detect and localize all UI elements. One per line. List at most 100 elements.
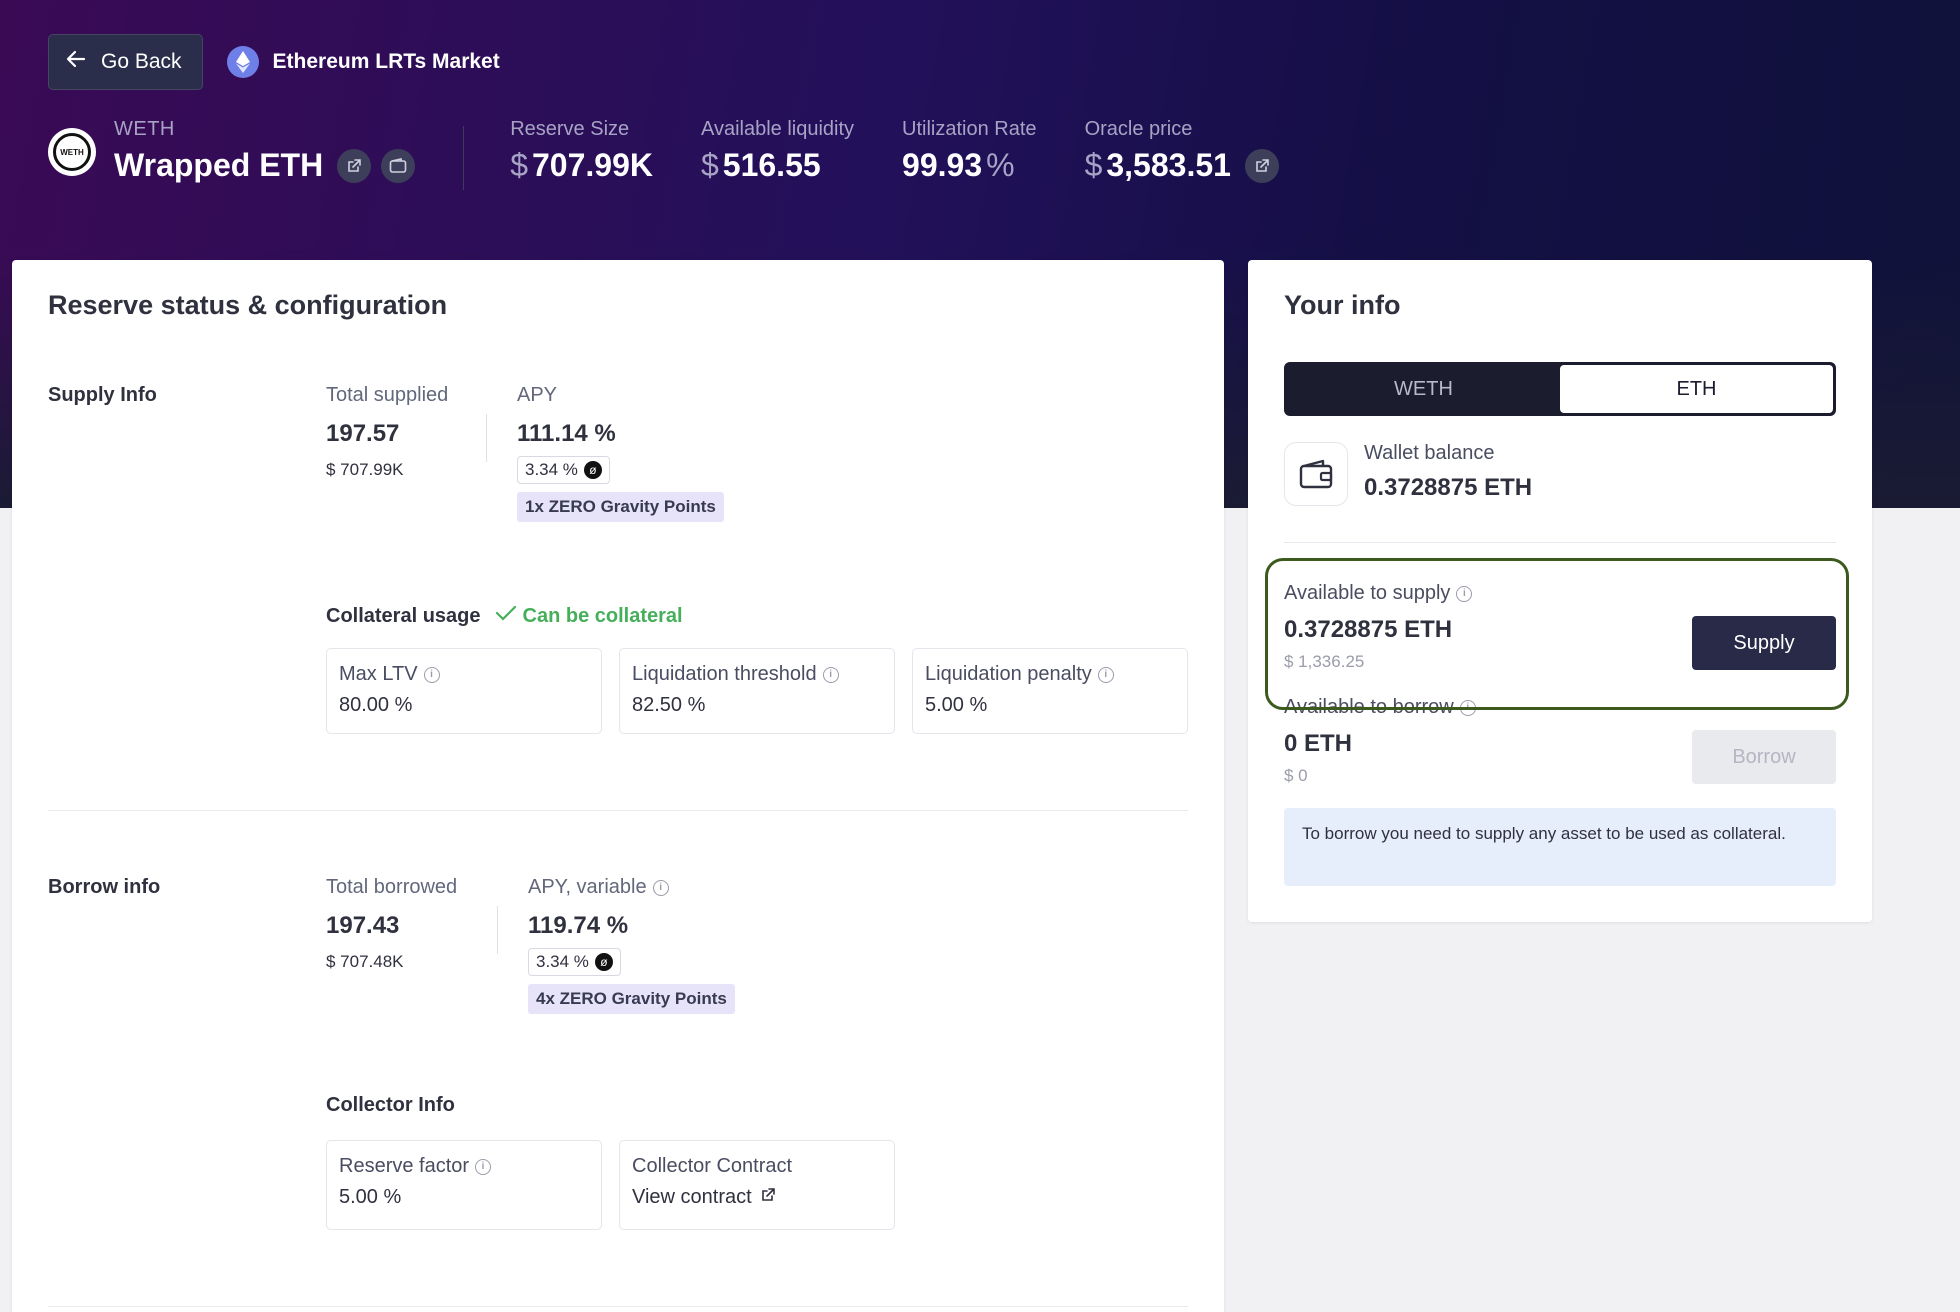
max-ltv-box: Max LTV i 80.00 % xyxy=(326,648,602,734)
stat-number: 516.55 xyxy=(722,147,821,183)
collateral-usage-label: Collateral usage xyxy=(326,604,481,627)
apy-chip[interactable]: 3.34 % ø xyxy=(517,456,610,484)
reserve-factor-label: Reserve factor i xyxy=(339,1155,589,1178)
stat-number: 3,583.51 xyxy=(1106,147,1231,183)
borrow-button[interactable]: Borrow xyxy=(1692,730,1836,784)
collector-contract-label: Collector Contract xyxy=(632,1155,793,1177)
market-selector[interactable]: Ethereum LRTs Market xyxy=(226,46,500,78)
total-supplied-label: Total supplied xyxy=(326,384,449,406)
total-borrowed-value: 197.43 xyxy=(326,912,400,939)
supply-info-label: Supply Info xyxy=(48,384,157,406)
tab-weth[interactable]: WETH xyxy=(1287,365,1560,413)
asset-name-block: WETH Wrapped ETH xyxy=(114,118,416,184)
asset-name-line: Wrapped ETH xyxy=(114,147,416,184)
currency-symbol: $ xyxy=(700,147,719,183)
currency-symbol: $ xyxy=(510,147,528,183)
points-chip: 1x ZERO Gravity Points xyxy=(517,492,724,522)
supply-apy-value: 111.14 % xyxy=(517,420,616,447)
stat-number: 99.93 xyxy=(902,147,983,183)
stat-label: Oracle price xyxy=(1084,118,1193,140)
info-icon[interactable]: i xyxy=(1097,666,1114,683)
asset-symbol: WETH xyxy=(114,118,175,140)
stat-available-liquidity: Available liquidity $ 516.55 xyxy=(701,118,854,184)
supply-apy-chip[interactable]: 3.34 % ø xyxy=(517,456,610,484)
info-icon[interactable]: i xyxy=(423,666,440,683)
reserve-status-card: Reserve status & configuration Supply In… xyxy=(12,260,1224,1312)
card-title: Your info xyxy=(1284,290,1401,320)
wallet-add-icon[interactable] xyxy=(381,148,416,183)
stat-value: $ 707.99K xyxy=(510,147,653,184)
stat-label: Utilization Rate xyxy=(902,118,1037,140)
borrow-apy-value: 119.74 % xyxy=(528,912,629,939)
view-contract-link[interactable]: View contract xyxy=(632,1186,882,1209)
borrow-apy-label-text: APY, variable xyxy=(528,876,647,898)
borrow-notice: To borrow you need to supply any asset t… xyxy=(1284,808,1836,886)
liquidation-threshold-value: 82.50 % xyxy=(632,694,706,716)
collateral-status-text: Can be collateral xyxy=(522,604,683,627)
box-label-text: Liquidation penalty xyxy=(925,663,1092,685)
liquidation-threshold-box: Liquidation threshold i 82.50 % xyxy=(619,648,895,734)
zero-protocol-icon: ø xyxy=(594,953,613,971)
stat-value: $ 3,583.51 xyxy=(1085,147,1279,184)
max-ltv-value: 80.00 % xyxy=(339,694,413,716)
wallet-icon xyxy=(1284,442,1348,506)
go-back-label: Go Back xyxy=(101,50,182,73)
max-ltv-label: Max LTV i xyxy=(339,663,589,686)
collateral-usage-row: Collateral usage Can be collateral xyxy=(326,604,683,628)
reserve-factor-box: Reserve factor i 5.00 % xyxy=(326,1140,602,1230)
stat-divider xyxy=(497,906,498,954)
supply-highlight-outline xyxy=(1265,558,1849,710)
top-bar: Go Back Ethereum LRTs Market xyxy=(48,34,500,90)
weth-logo-icon: WETH xyxy=(48,128,96,176)
weth-logo-text: WETH xyxy=(53,133,91,171)
stat-label: Reserve Size xyxy=(510,118,630,140)
supply-points-badge: 1x ZERO Gravity Points xyxy=(517,492,724,522)
asset-name: Wrapped ETH xyxy=(114,147,324,183)
stat-divider xyxy=(486,414,487,462)
collateral-status: Can be collateral xyxy=(495,604,683,628)
total-borrowed-label: Total borrowed xyxy=(326,876,458,898)
stat-number: 707.99K xyxy=(532,147,653,183)
collector-contract-box: Collector Contract View contract xyxy=(619,1140,895,1230)
stat-oracle-price: Oracle price $ 3,583.51 xyxy=(1085,118,1279,184)
total-supplied-usd: $ 707.99K xyxy=(326,460,404,479)
info-icon[interactable]: i xyxy=(822,666,839,683)
external-link-icon[interactable] xyxy=(1244,148,1279,183)
apy-chip[interactable]: 3.34 % ø xyxy=(528,948,621,976)
info-icon[interactable]: i xyxy=(652,879,669,896)
section-divider xyxy=(48,810,1188,811)
borrow-info-label: Borrow info xyxy=(48,876,161,898)
tab-eth[interactable]: ETH xyxy=(1560,365,1833,413)
supply-apy-label: APY xyxy=(517,384,558,406)
currency-symbol: $ xyxy=(1084,147,1103,183)
total-supplied-value: 197.57 xyxy=(326,420,400,447)
liquidation-threshold-label: Liquidation threshold i xyxy=(632,663,882,686)
box-label-text: Liquidation threshold xyxy=(632,663,817,685)
header-divider xyxy=(463,126,465,190)
available-to-borrow-usd: $ 0 xyxy=(1284,766,1308,785)
arrow-left-icon xyxy=(65,48,87,76)
box-label-text: Max LTV xyxy=(339,663,418,685)
stat-value: 99.93 % xyxy=(902,147,1037,184)
percent-symbol: % xyxy=(986,147,1015,183)
apy-chip-value: 3.34 % xyxy=(536,952,589,971)
view-contract-text: View contract xyxy=(632,1186,752,1208)
borrow-apy-label: APY, variable i xyxy=(528,876,669,899)
stat-value: $ 516.55 xyxy=(701,147,854,184)
wallet-balance-label: Wallet balance xyxy=(1364,442,1495,464)
stat-reserve-size: Reserve Size $ 707.99K xyxy=(510,118,653,184)
market-name: Ethereum LRTs Market xyxy=(272,50,500,73)
external-link-icon xyxy=(760,1186,776,1209)
external-link-icon[interactable] xyxy=(337,148,372,183)
points-chip: 4x ZERO Gravity Points xyxy=(528,984,735,1014)
liquidation-penalty-value: 5.00 % xyxy=(925,694,988,716)
go-back-button[interactable]: Go Back xyxy=(48,34,203,90)
apy-chip-value: 3.34 % xyxy=(525,460,578,479)
stat-label: Available liquidity xyxy=(700,118,855,140)
liquidation-penalty-label: Liquidation penalty i xyxy=(925,663,1175,686)
stat-utilization-rate: Utilization Rate 99.93 % xyxy=(902,118,1037,184)
info-icon[interactable]: i xyxy=(475,1158,492,1175)
ethereum-icon xyxy=(226,46,259,78)
borrow-points-badge: 4x ZERO Gravity Points xyxy=(528,984,735,1014)
borrow-apy-chip[interactable]: 3.34 % ø xyxy=(528,948,621,976)
